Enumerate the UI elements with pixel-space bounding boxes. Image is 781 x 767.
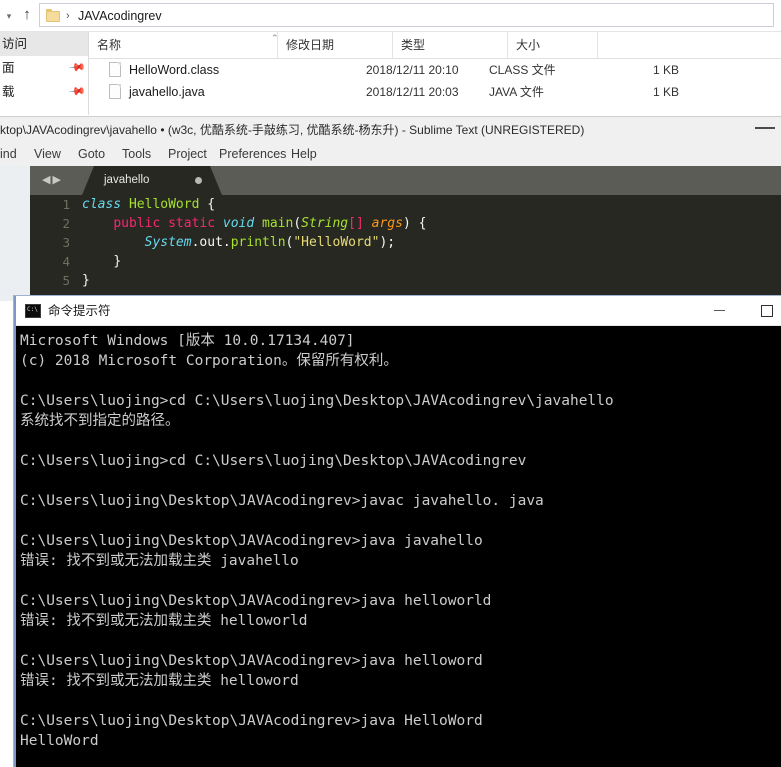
cmd-line: C:\Users\luojing>cd C:\Users\luojing\Des… <box>20 393 614 409</box>
code-line-text: public static void main(String[] args) { <box>113 216 427 231</box>
file-size: 1 KB <box>652 63 679 77</box>
file-date: 2018/12/11 20:03 <box>366 85 459 99</box>
column-header-extra[interactable] <box>597 32 677 58</box>
tab-javahello[interactable]: javahello <box>82 166 222 195</box>
line-number: 3 <box>62 235 70 250</box>
file-size: 1 KB <box>652 85 679 99</box>
cmd-line: 错误: 找不到或无法加载主类 javahello <box>20 553 299 569</box>
cmd-line: C:\Users\luojing\Desktop\JAVAcodingrev>j… <box>20 713 483 729</box>
table-row[interactable]: HelloWord.class 2018/12/11 20:10 CLASS 文… <box>89 59 781 81</box>
column-header-name[interactable]: 名称 <box>89 32 277 58</box>
sublime-menu-bar: ind View Goto Tools Project Preferences … <box>0 143 781 166</box>
sublime-title-bar: ktop\JAVAcodingrev\javahello • (w3c, 优酷系… <box>0 117 781 143</box>
menu-item-help[interactable]: Help <box>291 143 317 166</box>
nav-item-label: 面 <box>2 61 15 75</box>
cmd-line-blank <box>20 511 781 531</box>
file-icon <box>109 62 121 77</box>
nav-item-downloads[interactable]: 载 📌 <box>0 80 88 104</box>
cmd-line-blank <box>20 371 781 391</box>
file-name: HelloWord.class <box>129 63 220 77</box>
up-arrow-icon[interactable]: ↑ <box>18 6 36 24</box>
nav-item-quick-access[interactable]: 访问 <box>0 32 88 56</box>
nav-item-label: 访问 <box>2 37 28 51</box>
code-line: 3 System.out.println("HelloWord"); <box>30 233 781 252</box>
menu-item-goto[interactable]: Goto <box>78 143 105 166</box>
nav-item-label: 载 <box>2 85 15 99</box>
cmd-line: 错误: 找不到或无法加载主类 helloworld <box>20 613 308 629</box>
sublime-text-window: ktop\JAVAcodingrev\javahello • (w3c, 优酷系… <box>0 116 781 301</box>
cmd-line: HelloWord <box>20 733 99 749</box>
cmd-line-blank <box>20 471 781 491</box>
cmd-line-blank <box>20 631 781 651</box>
explorer-nav-pane: 访问 面 📌 载 📌 <box>0 32 89 115</box>
menu-item-view[interactable]: View <box>34 143 61 166</box>
cmd-line-blank <box>20 431 781 451</box>
cmd-line: 系统找不到指定的路径。 <box>20 413 180 429</box>
cmd-line: C:\Users\luojing>cd C:\Users\luojing\Des… <box>20 453 527 469</box>
pin-icon: 📌 <box>67 58 86 77</box>
sublime-body: ◀▶ javahello 1 class HelloWord { 2 publi… <box>0 166 781 301</box>
file-name: javahello.java <box>129 85 205 99</box>
explorer-address-bar: ▾ ↑ › JAVAcodingrev <box>0 0 781 32</box>
cmd-line: Microsoft Windows [版本 10.0.17134.407] <box>20 333 355 349</box>
cmd-title-text: 命令提示符 <box>48 304 111 318</box>
menu-item-find[interactable]: ind <box>0 143 17 166</box>
column-header-type[interactable]: 类型 <box>392 32 507 58</box>
cmd-console-output[interactable]: Microsoft Windows [版本 10.0.17134.407] (c… <box>16 326 781 767</box>
menu-item-tools[interactable]: Tools <box>122 143 151 166</box>
cmd-line: C:\Users\luojing\Desktop\JAVAcodingrev>j… <box>20 593 492 609</box>
code-line: 5 } <box>30 271 781 290</box>
cmd-line: 错误: 找不到或无法加载主类 helloword <box>20 673 299 689</box>
console-icon <box>25 304 41 318</box>
code-line-text: } <box>82 273 90 288</box>
address-input[interactable]: › JAVAcodingrev <box>39 3 774 27</box>
cmd-line: C:\Users\luojing\Desktop\JAVAcodingrev>j… <box>20 493 544 509</box>
command-prompt-window: 命令提示符 Microsoft Windows [版本 10.0.17134.4… <box>14 296 781 767</box>
cmd-line: C:\Users\luojing\Desktop\JAVAcodingrev>j… <box>20 533 483 549</box>
nav-item-desktop[interactable]: 面 📌 <box>0 56 88 80</box>
maximize-icon[interactable] <box>761 305 773 317</box>
line-number: 2 <box>62 216 70 231</box>
menu-item-preferences[interactable]: Preferences <box>219 143 286 166</box>
tab-label: javahello <box>104 174 150 186</box>
sublime-side-gutter <box>0 166 30 301</box>
minimize-icon[interactable] <box>755 127 775 129</box>
folder-icon <box>46 9 61 22</box>
cmd-title-bar[interactable]: 命令提示符 <box>16 296 781 326</box>
line-number: 4 <box>62 254 70 269</box>
code-line: 4 } <box>30 252 781 271</box>
file-list: HelloWord.class 2018/12/11 20:10 CLASS 文… <box>89 59 781 103</box>
file-icon <box>109 84 121 99</box>
unsaved-changes-icon <box>195 177 202 184</box>
line-number: 5 <box>62 273 70 288</box>
sublime-tab-bar: ◀▶ javahello <box>30 166 781 195</box>
minimize-icon[interactable] <box>714 310 725 311</box>
code-line: 2 public static void main(String[] args)… <box>30 214 781 233</box>
cmd-line: (c) 2018 Microsoft Corporation。保留所有权利。 <box>20 353 398 369</box>
column-header-size[interactable]: 大小 <box>507 32 597 58</box>
cmd-line-blank <box>20 571 781 591</box>
pin-icon: 📌 <box>67 82 86 101</box>
code-line-text: System.out.println("HelloWord"); <box>144 235 396 250</box>
file-type: CLASS 文件 <box>489 63 556 77</box>
chevron-down-icon[interactable]: ▾ <box>2 9 16 23</box>
menu-item-project[interactable]: Project <box>168 143 207 166</box>
cmd-line-blank <box>20 691 781 711</box>
tab-nav-arrows-icon[interactable]: ◀▶ <box>42 174 63 186</box>
sublime-title-text: ktop\JAVAcodingrev\javahello • (w3c, 优酷系… <box>0 123 585 137</box>
breadcrumb-separator: › <box>66 10 70 22</box>
line-number: 1 <box>62 197 70 212</box>
sublime-code-area[interactable]: 1 class HelloWord { 2 public static void… <box>30 195 781 301</box>
file-list-column-headers: 名称 ⌃ 修改日期 类型 大小 <box>89 32 781 59</box>
breadcrumb-path[interactable]: JAVAcodingrev <box>78 8 162 24</box>
file-type: JAVA 文件 <box>489 85 544 99</box>
file-date: 2018/12/11 20:10 <box>366 63 459 77</box>
code-line-text: class HelloWord { <box>82 197 216 212</box>
cmd-line: C:\Users\luojing\Desktop\JAVAcodingrev>j… <box>20 653 483 669</box>
code-line: 1 class HelloWord { <box>30 195 781 214</box>
table-row[interactable]: javahello.java 2018/12/11 20:03 JAVA 文件 … <box>89 81 781 103</box>
column-header-date[interactable]: 修改日期 <box>277 32 392 58</box>
code-line-text: } <box>113 254 122 269</box>
